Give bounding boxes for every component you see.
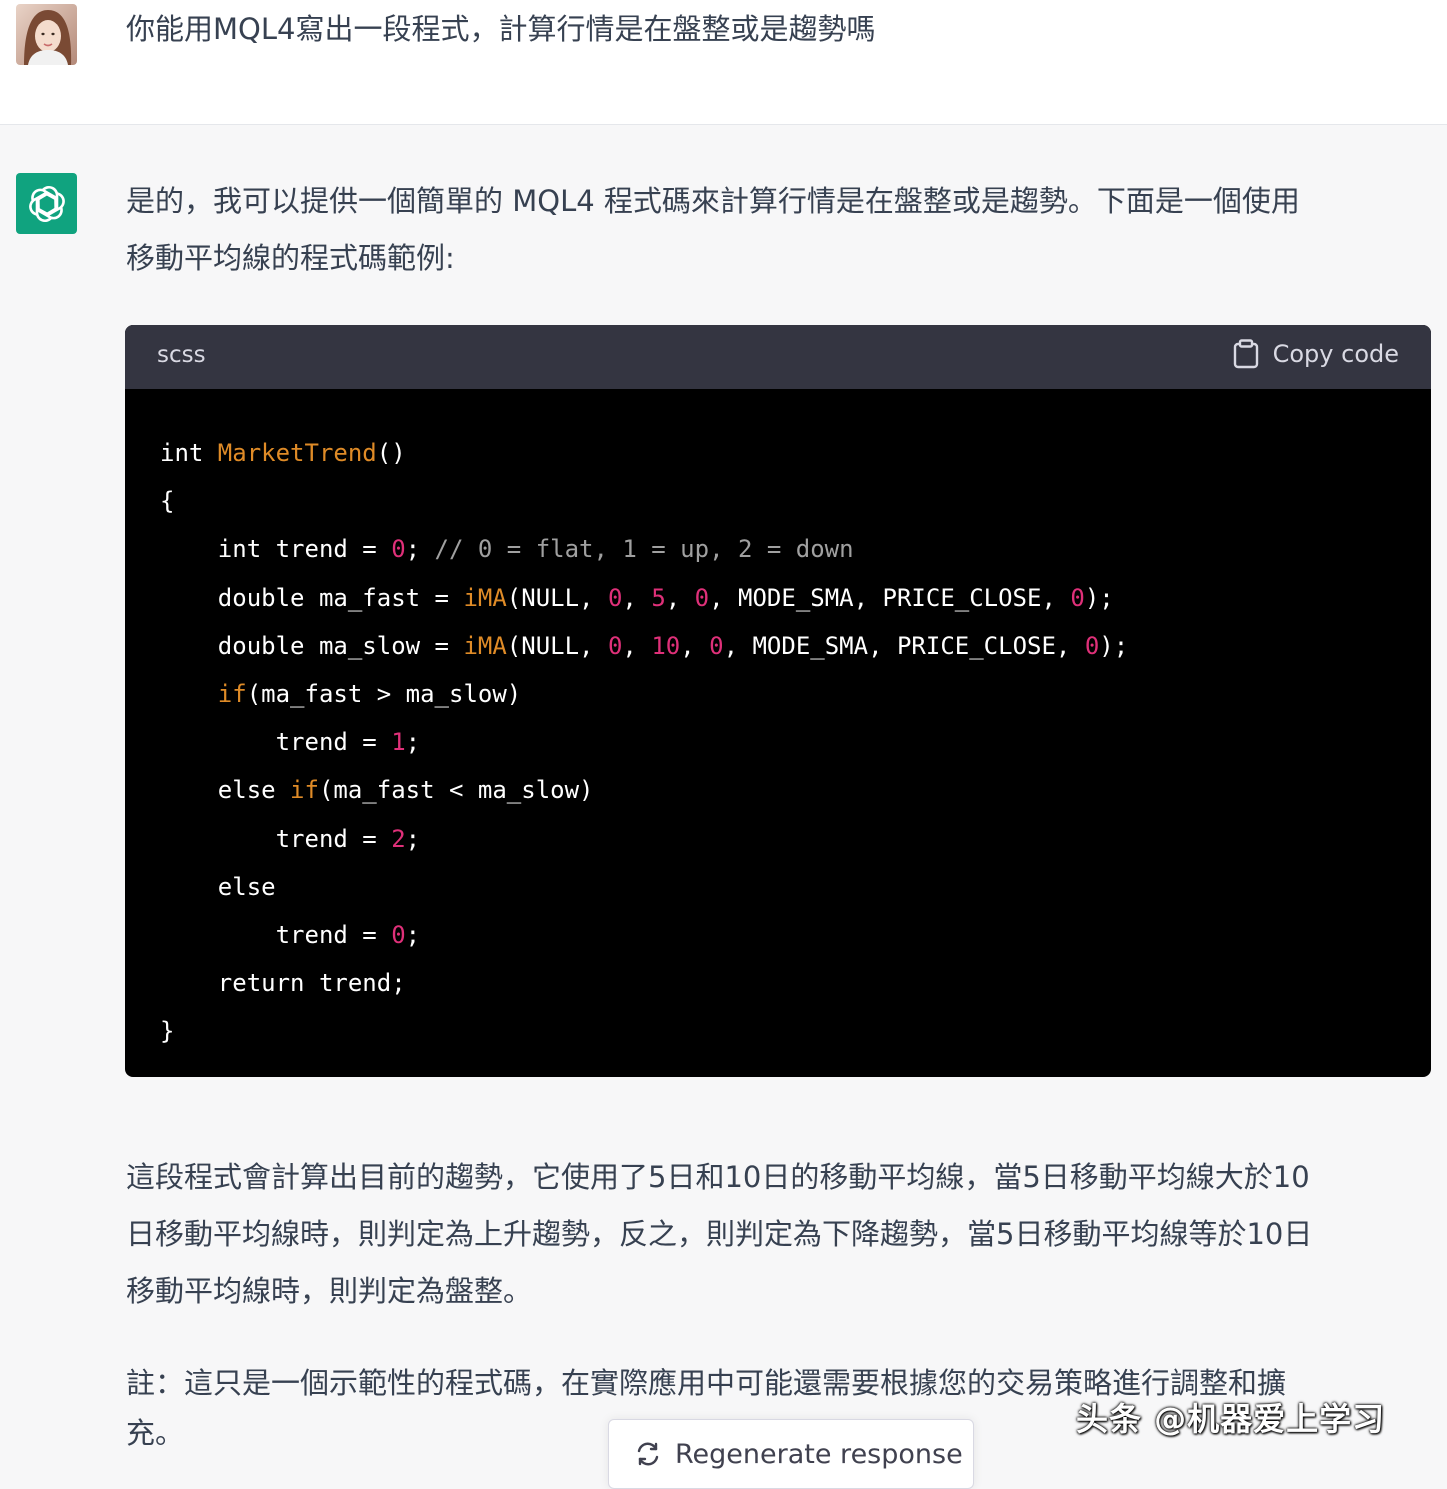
code-token: , xyxy=(622,631,652,660)
code-line: { xyxy=(160,477,1128,525)
code-token: double ma_fast = xyxy=(160,583,464,612)
code-line: trend = 1; xyxy=(160,718,1128,766)
intro-line: 是的，我可以提供一個簡單的 MQL4 程式碼來計算行情是在盤整或是趨勢。下面是一… xyxy=(126,184,1300,218)
code-line: int trend = 0; // 0 = flat, 1 = up, 2 = … xyxy=(160,525,1128,573)
code-token: double ma_slow = xyxy=(160,631,464,660)
code-token: int xyxy=(160,439,218,467)
code-token: , MODE_SMA, PRICE_CLOSE, xyxy=(709,583,1071,612)
assistant-explanation: 這段程式會計算出目前的趨勢，它使用了5日和10日的移動平均線，當5日移動平均線大… xyxy=(126,1149,1431,1320)
code-line: } xyxy=(160,1007,1128,1055)
code-line: else xyxy=(160,863,1128,911)
code-line: double ma_fast = iMA(NULL, 0, 5, 0, MODE… xyxy=(160,574,1128,622)
code-line: trend = 0; xyxy=(160,911,1128,959)
code-token: 1 xyxy=(391,728,406,757)
code-token: ; xyxy=(405,921,421,950)
code-line: int MarketTrend() xyxy=(160,429,1128,477)
regenerate-response-button[interactable]: Regenerate response xyxy=(608,1419,974,1489)
code-token: (ma_fast > ma_slow) xyxy=(246,680,522,709)
code-token: , xyxy=(680,631,710,660)
regenerate-label: Regenerate response xyxy=(675,1438,963,1470)
code-token: ); xyxy=(1099,631,1129,660)
code-token: iMA xyxy=(463,583,507,612)
copy-code-button[interactable]: Copy code xyxy=(1233,339,1399,369)
code-token: 10 xyxy=(651,631,681,660)
code-token: trend = xyxy=(160,824,392,853)
user-avatar xyxy=(16,4,77,65)
code-token: 2 xyxy=(391,824,406,853)
code-token: else xyxy=(160,872,276,901)
code-language-label: scss xyxy=(157,342,206,368)
code-token: if xyxy=(290,776,319,805)
assistant-intro: 是的，我可以提供一個簡單的 MQL4 程式碼來計算行情是在盤整或是趨勢。下面是一… xyxy=(126,173,1431,287)
code-line: return trend; xyxy=(160,959,1128,1007)
code-token: { xyxy=(160,487,175,516)
code-token: , xyxy=(622,583,652,612)
code-header: scss Copy code xyxy=(125,325,1431,389)
code-token: iMA xyxy=(463,631,507,660)
code-token: // 0 = flat, 1 = up, 2 = down xyxy=(434,535,854,564)
code-line: double ma_slow = iMA(NULL, 0, 10, 0, MOD… xyxy=(160,622,1128,670)
code-token: MarketTrend xyxy=(217,439,377,467)
code-token: ; xyxy=(405,535,435,564)
code-token: ; xyxy=(405,728,421,757)
code-token: 0 xyxy=(391,535,406,564)
refresh-icon xyxy=(637,1442,659,1466)
code-token: 0 xyxy=(1084,631,1100,660)
clipboard-icon xyxy=(1233,339,1258,369)
code-line: trend = 2; xyxy=(160,815,1128,863)
user-message-row: 你能用MQL4寫出一段程式，計算行情是在盤整或是趨勢嗎 xyxy=(0,0,1447,125)
openai-logo-icon xyxy=(16,173,77,234)
code-token: 0 xyxy=(607,583,623,612)
code-token: if xyxy=(217,680,247,709)
code-token: , MODE_SMA, PRICE_CLOSE, xyxy=(723,631,1085,660)
code-token: trend = xyxy=(160,728,392,757)
watermark: 头条 @机器爱上学习 xyxy=(1076,1400,1386,1438)
code-line: else if(ma_fast < ma_slow) xyxy=(160,766,1128,814)
intro-line: 移動平均線的程式碼範例: xyxy=(126,241,455,275)
code-token: () xyxy=(376,439,406,467)
code-token: 0 xyxy=(1070,583,1085,612)
code-token: (NULL, xyxy=(506,583,608,612)
code-token: 0 xyxy=(607,631,623,660)
code-token: } xyxy=(160,1017,175,1046)
code-token: ; xyxy=(405,824,421,853)
code-line: if(ma_fast > ma_slow) xyxy=(160,670,1128,718)
explanation-line: 這段程式會計算出目前的趨勢，它使用了5日和10日的移動平均線，當5日移動平均線大… xyxy=(126,1160,1310,1194)
user-message-text: 你能用MQL4寫出一段程式，計算行情是在盤整或是趨勢嗎 xyxy=(126,12,876,46)
code-token: 0 xyxy=(391,921,406,950)
code-token: trend = xyxy=(160,921,392,950)
code-block: scss Copy code int MarketTrend() { int tr… xyxy=(125,325,1431,1077)
assistant-message-row: 是的，我可以提供一個簡單的 MQL4 程式碼來計算行情是在盤整或是趨勢。下面是一… xyxy=(0,125,1447,1471)
code-token: int trend = xyxy=(160,535,392,564)
code-token: 5 xyxy=(651,583,666,612)
code-token: (ma_fast < ma_slow) xyxy=(318,776,594,805)
code-content: int MarketTrend() { int trend = 0; // 0 =… xyxy=(160,429,1128,1056)
copy-code-label: Copy code xyxy=(1272,340,1399,368)
code-token: ); xyxy=(1084,583,1114,612)
code-token: 0 xyxy=(709,631,724,660)
code-token: , xyxy=(665,583,695,612)
code-token: else xyxy=(160,776,291,805)
explanation-line: 移動平均線時，則判定為盤整。 xyxy=(126,1274,533,1308)
code-token: 0 xyxy=(694,583,710,612)
code-token: return trend; xyxy=(160,969,406,998)
code-token: (NULL, xyxy=(506,631,608,660)
explanation-line: 日移動平均線時，則判定為上升趨勢，反之，則判定為下降趨勢，當5日移動平均線等於1… xyxy=(126,1217,1313,1251)
